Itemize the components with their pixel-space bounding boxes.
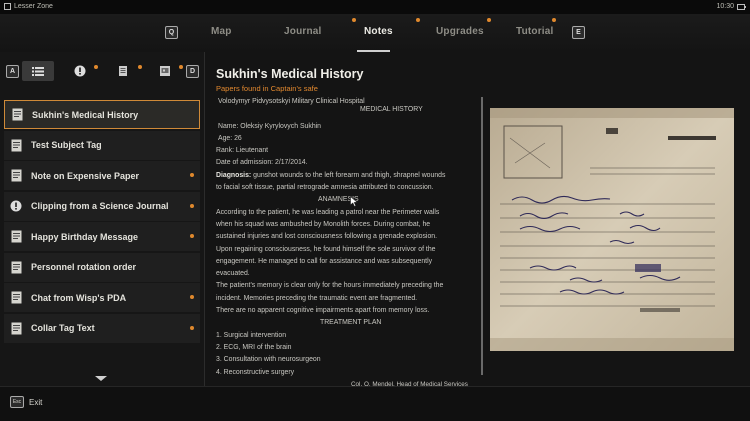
exclamation-icon [10,199,22,213]
status-bar: Lesser Zone 10:30 [0,0,750,14]
note-icon [10,169,22,183]
notes-list: Sukhin's Medical History Test Subject Ta… [4,100,200,344]
doc-patient-rank: Rank: Lieutenant [216,147,269,155]
location-label: Lesser Zone [14,3,53,10]
doc-anamnesis-line-2: when his squad was ambushed by Monolith … [216,220,431,228]
mouse-cursor-icon [350,196,358,207]
tab-upgrades[interactable]: Upgrades [436,26,484,37]
doc-admission-date: Date of admission: 2/17/2014. [216,159,308,167]
exit-label: Exit [29,397,43,407]
list-item[interactable]: Chat from Wisp's PDA [4,283,200,312]
doc-treatment-3: 3. Consultation with neurosurgeon [216,356,321,364]
doc-treatment-4: 4. Reconstructive surgery [216,368,295,376]
note-icon [10,138,22,152]
location-icon [4,3,11,10]
list-item[interactable]: Collar Tag Text [4,313,200,343]
clock: 10:30 [716,3,746,10]
document-scrollbar[interactable] [481,97,483,375]
upgrades-new-indicator [487,18,491,22]
doc-anamnesis-line-6: evacuated. [216,270,250,278]
list-item[interactable]: Note on Expensive Paper [4,161,200,190]
new-indicator [190,173,194,177]
new-indicator [190,203,194,208]
list-item-label: Sukhin's Medical History [32,109,139,120]
list-item[interactable]: Happy Birthday Message [4,222,200,251]
doc-anamnesis-line-7: The patient's memory is clear only for t… [216,282,444,290]
doc-anamnesis-line-5: engagement. He managed to call for assis… [216,257,433,265]
document-scan-image [490,108,734,351]
tab-tutorial[interactable]: Tutorial [516,26,554,37]
note-icon [10,230,22,244]
doc-treatment-1: 1. Surgical intervention [216,331,287,339]
filter-photos[interactable] [149,61,181,81]
doc-diagnosis-text-2: to facial soft tissue, partial retrograd… [216,184,434,192]
documents-icon [119,66,127,76]
prev-tab-key[interactable]: Q [165,26,178,39]
doc-patient-age: Age: 26 [218,134,242,142]
note-title: Sukhin's Medical History [216,67,364,81]
note-icon [10,260,22,274]
photos-new-indicator [179,65,183,69]
list-item-label: Chat from Wisp's PDA [31,292,127,303]
list-item-label: Happy Birthday Message [31,231,139,242]
filter-important[interactable] [64,61,96,81]
documents-new-indicator [138,65,142,69]
doc-diagnosis-label: Diagnosis: [216,171,252,179]
doc-patient-name: Name: Oleksiy Kyrylovych Sukhin [218,122,322,130]
doc-anamnesis-line-9: There are no apparent cognitive impairme… [216,307,430,315]
list-item-label: Collar Tag Text [31,323,95,333]
tutorial-new-indicator [552,18,556,22]
note-icon [11,108,23,122]
doc-anamnesis-line-4: Upon regaining consciousness, he found h… [216,245,436,253]
new-indicator [190,234,194,238]
important-new-indicator [94,65,98,69]
exclamation-icon [74,65,86,77]
list-item-label: Test Subject Tag [31,140,102,150]
bottom-bar [0,386,750,421]
next-tab-key[interactable]: E [572,26,585,39]
note-subtitle: Papers found in Captain's safe [216,84,318,93]
photo-icon [159,66,170,76]
main-nav: Q Map Journal Notes Upgrades Tutorial E [0,14,750,53]
note-icon [10,321,22,335]
doc-treatment-2: 2. ECG, MRI of the brain [216,343,292,351]
filter-all[interactable] [22,61,54,81]
tab-notes[interactable]: Notes [364,26,393,37]
document-photo [490,108,734,351]
doc-anamnesis-line-1: According to the patient, he was leading… [216,208,440,216]
list-item[interactable]: Clipping from a Science Journal [4,191,200,221]
doc-treatment-heading: TREATMENT PLAN [320,319,382,327]
filter-documents[interactable] [107,61,139,81]
doc-anamnesis-heading: ANAMNESIS [318,196,359,204]
filter-tabs: A D [4,58,204,84]
exit-button[interactable]: Esc Exit [10,396,42,408]
prev-filter-key[interactable]: A [6,65,19,78]
doc-diagnosis: Diagnosis: gunshot wounds to the left fo… [213,170,481,182]
note-icon [10,291,22,305]
note-document-text[interactable]: Volodymyr Pidvysotskyi Military Clinical… [213,96,481,388]
clock-time: 10:30 [716,3,734,10]
doc-anamnesis-line-8: incident. Memories preceding the traumat… [216,294,418,302]
new-indicator [190,295,194,299]
notes-new-indicator [416,18,420,22]
list-item[interactable]: Test Subject Tag [4,130,200,160]
tab-journal[interactable]: Journal [284,26,322,37]
list-item[interactable]: Personnel rotation order [4,252,200,282]
list-item-label: Note on Expensive Paper [31,170,140,181]
list-item-label: Personnel rotation order [31,262,137,272]
list-item[interactable]: Sukhin's Medical History [4,100,200,129]
next-filter-key[interactable]: D [186,65,199,78]
journal-new-indicator [352,18,356,22]
list-item-label: Clipping from a Science Journal [31,201,169,211]
battery-icon [737,3,746,10]
location-indicator: Lesser Zone [4,3,53,10]
list-icon [32,66,44,76]
scroll-down-arrow-icon[interactable] [95,376,107,381]
doc-diagnosis-text-1: gunshot wounds to the left forearm and t… [251,171,446,179]
tab-map[interactable]: Map [211,26,232,37]
doc-anamnesis-line-3: sustained injuries and lost consciousnes… [216,233,438,241]
esc-key: Esc [10,396,24,408]
new-indicator [190,325,194,330]
